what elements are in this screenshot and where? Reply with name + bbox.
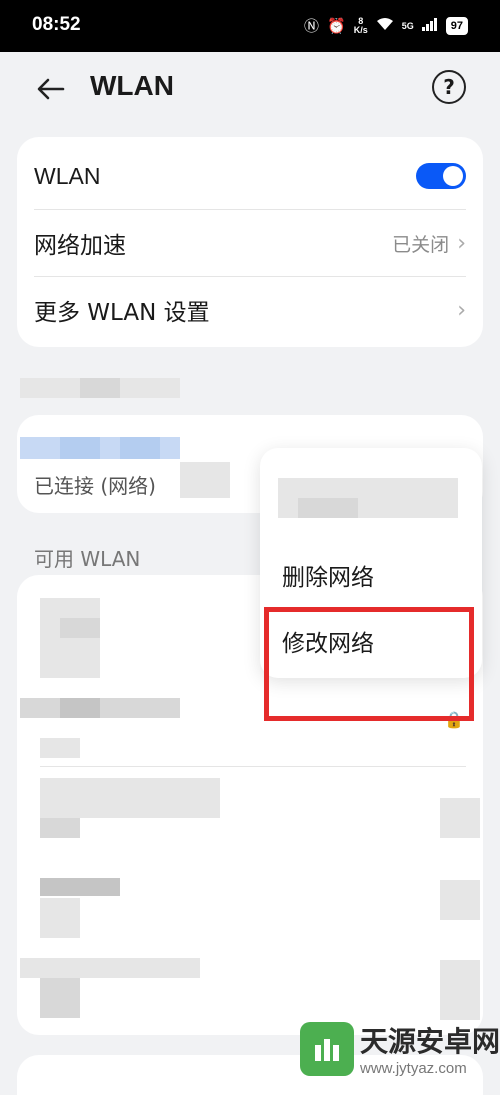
wifi-icon [376, 17, 394, 35]
highlight-box [264, 607, 474, 721]
status-icons: Ⓝ ⏰ 8 K/s 5G 97 [304, 15, 468, 36]
chevron-right-icon: › [457, 297, 466, 323]
network-accel-row[interactable]: 网络加速 已关闭 › [34, 210, 466, 276]
wlan-label: WLAN [34, 162, 101, 189]
signal-icon [421, 17, 438, 35]
pixelated-network-name [40, 598, 100, 678]
back-arrow-icon[interactable] [36, 74, 66, 104]
pixelated-block [40, 898, 80, 938]
chevron-right-icon: › [457, 230, 466, 256]
available-wlan-heading: 可用 WLAN [34, 547, 141, 571]
pixelated-block [60, 618, 100, 638]
battery-indicator: 97 [445, 16, 468, 35]
pixelated-block [180, 462, 230, 498]
network-type: 5G [401, 20, 414, 31]
pixelated-block [60, 698, 100, 718]
pixelated-block [40, 738, 80, 758]
wlan-settings-card: WLAN 网络加速 已关闭 › 更多 WLAN 设置 › [17, 137, 483, 347]
pixelated-block [40, 818, 80, 838]
more-wlan-settings-row[interactable]: 更多 WLAN 设置 › [34, 277, 466, 343]
watermark-logo-icon [300, 1021, 354, 1076]
watermark-title: 天源安卓网 [360, 1025, 500, 1058]
watermark-text: 天源安卓网 www.jytyaz.com [360, 1020, 500, 1077]
pixelated-block [440, 960, 480, 1020]
pixelated-block [60, 437, 100, 459]
pixelated-network-name [40, 778, 220, 818]
site-watermark: 天源安卓网 www.jytyaz.com [300, 1020, 500, 1077]
status-bar: 08:52 Ⓝ ⏰ 8 K/s 5G 97 [0, 0, 500, 52]
pixelated-network-name [20, 958, 200, 978]
pixelated-network-name [40, 878, 120, 896]
network-accel-value: 已关闭 [392, 233, 450, 256]
pixelated-block [120, 437, 160, 459]
page-title: WLAN [90, 70, 174, 101]
delete-network-menu-item[interactable]: 删除网络 [282, 558, 374, 592]
pixelated-block [440, 880, 480, 920]
wlan-toggle-row[interactable]: WLAN [34, 143, 466, 209]
top-bar: WLAN ? [0, 52, 500, 124]
pixelated-block [40, 978, 80, 1018]
pixelated-block [298, 498, 358, 518]
status-time: 08:52 [32, 14, 81, 35]
wlan-toggle[interactable] [416, 163, 466, 189]
divider [40, 766, 466, 767]
alarm-icon: ⏰ [327, 17, 346, 35]
help-icon[interactable]: ? [432, 70, 466, 104]
pixelated-network-name [20, 698, 180, 718]
nfc-icon: Ⓝ [304, 18, 320, 35]
more-wlan-settings-label: 更多 WLAN 设置 [34, 300, 210, 326]
connected-status: 已连接 (网络) [34, 474, 156, 498]
network-accel-label: 网络加速 [34, 233, 126, 259]
network-speed-unit: K/s [353, 24, 368, 35]
watermark-url: www.jytyaz.com [360, 1060, 467, 1077]
network-speed: 8 K/s [353, 16, 368, 35]
pixelated-block [80, 378, 120, 398]
pixelated-block [440, 798, 480, 838]
